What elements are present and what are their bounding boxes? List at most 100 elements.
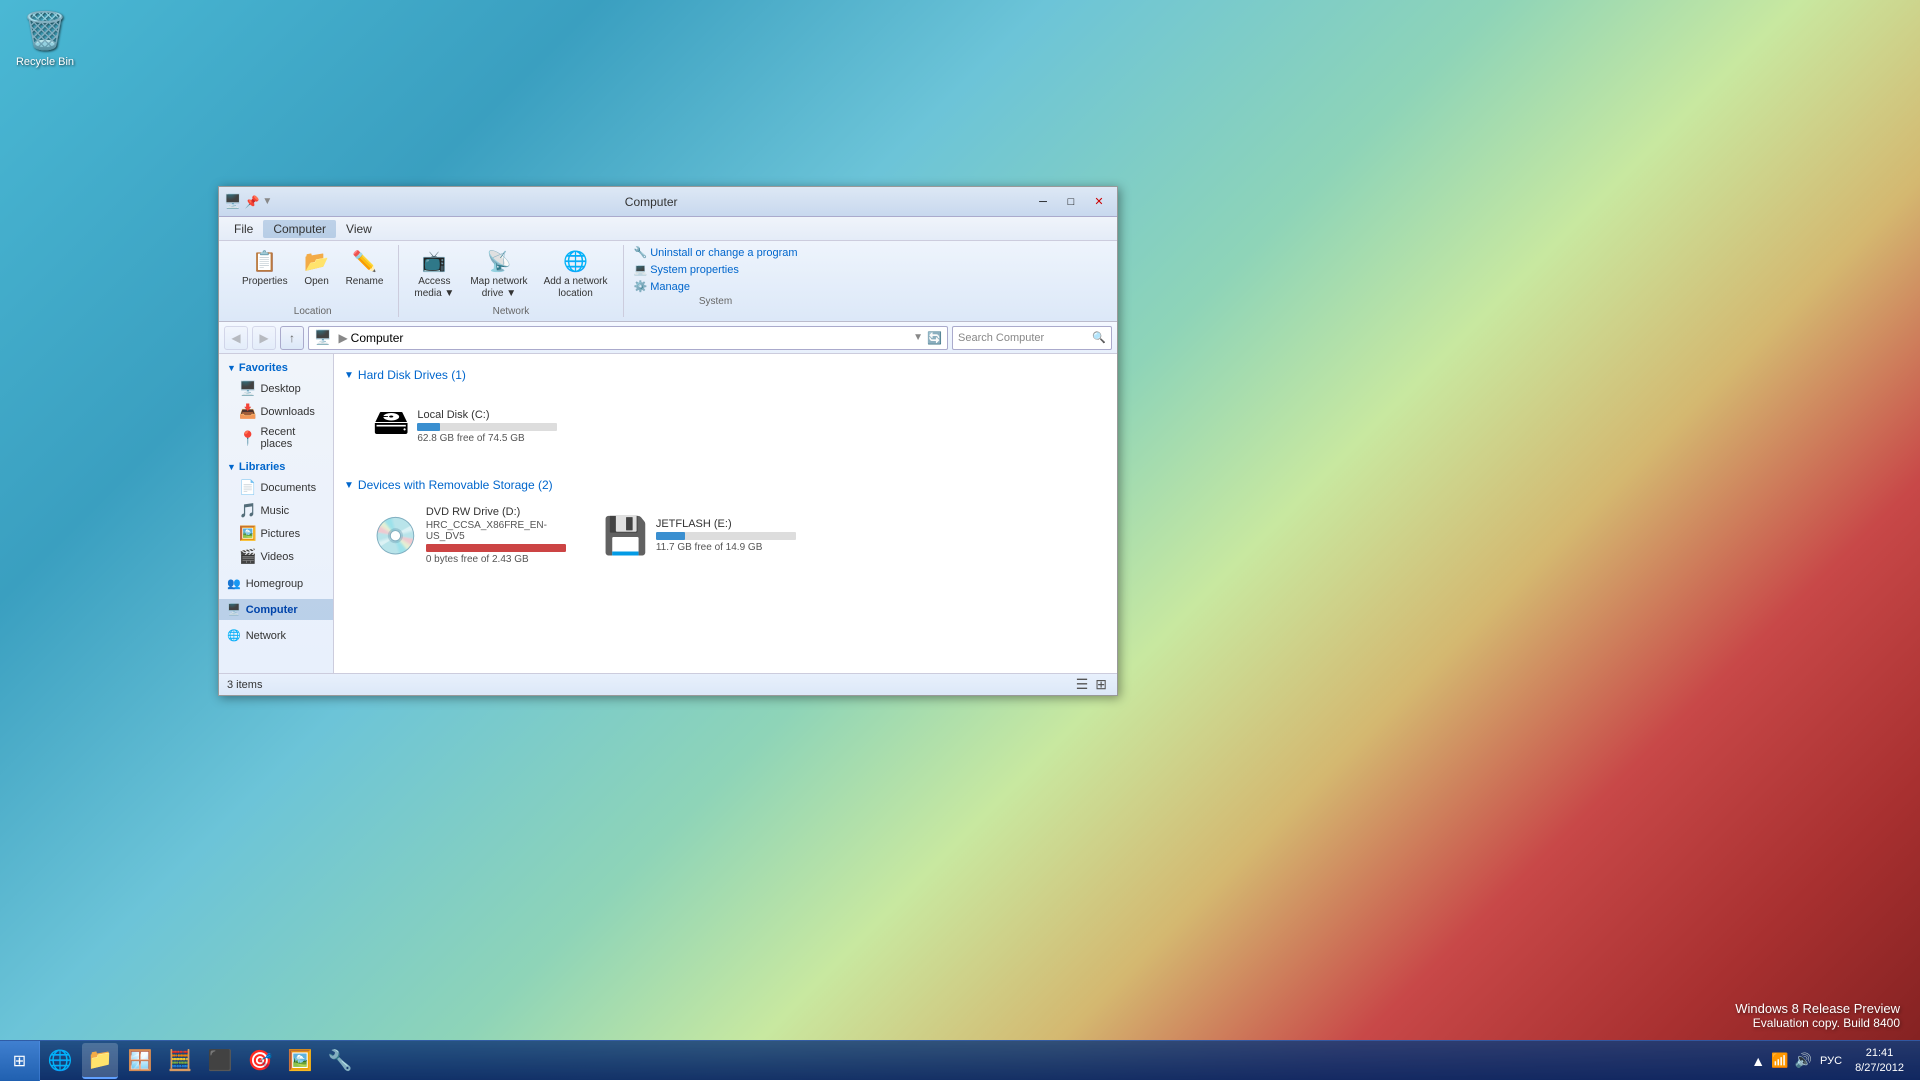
tray-lang-label[interactable]: РУС xyxy=(1815,1055,1847,1067)
sidebar-item-pictures[interactable]: 🖼️ Pictures xyxy=(219,522,333,545)
maximize-button[interactable]: □ xyxy=(1058,192,1084,212)
status-bar: 3 items ☰ ⊞ xyxy=(219,673,1117,695)
menu-view[interactable]: View xyxy=(336,220,382,238)
quick-access-icon[interactable]: 📌 xyxy=(244,195,259,209)
rename-icon: ✏️ xyxy=(352,249,377,274)
list-view-button[interactable]: ☰ xyxy=(1074,676,1091,693)
minimize-button[interactable]: ─ xyxy=(1030,192,1056,212)
search-icon[interactable]: 🔍 xyxy=(1092,331,1106,344)
drive-item-e[interactable]: 💾 JETFLASH (E:) 11.7 GB free of 14.9 GB xyxy=(594,500,814,571)
address-refresh-icon[interactable]: 🔄 xyxy=(927,331,942,345)
hdd-section-arrow[interactable]: ▼ xyxy=(344,370,354,381)
manage-icon: ⚙️ xyxy=(634,280,648,293)
window-title: Computer xyxy=(272,195,1030,209)
taskbar-app2[interactable]: 🔧 xyxy=(322,1043,358,1079)
close-button[interactable]: ✕ xyxy=(1086,192,1112,212)
sidebar-item-computer[interactable]: 🖥️ Computer xyxy=(219,599,333,620)
photo-icon: 🖼️ xyxy=(288,1048,313,1073)
menu-computer[interactable]: Computer xyxy=(263,220,336,238)
add-network-icon: 🌐 xyxy=(563,249,588,274)
taskbar-ie[interactable]: 🌐 xyxy=(42,1043,78,1079)
address-text: Computer xyxy=(351,331,404,345)
drive-e-size: 11.7 GB free of 14.9 GB xyxy=(656,542,796,553)
start-button[interactable]: ⊞ xyxy=(0,1041,40,1081)
sidebar-item-network[interactable]: 🌐 Network xyxy=(219,625,333,646)
drive-d-bar-fill xyxy=(426,544,566,552)
ribbon-access-media-button[interactable]: 📺 Accessmedia ▼ xyxy=(407,245,461,304)
menu-file[interactable]: File xyxy=(224,220,263,238)
network-icon: 🌐 xyxy=(227,629,241,642)
drive-c-bar-bg xyxy=(417,423,557,431)
computer-label: Computer xyxy=(246,604,298,616)
network-group-label: Network xyxy=(407,304,614,317)
clock[interactable]: 21:41 8/27/2012 xyxy=(1847,1046,1912,1075)
window-icon: 🖥️ xyxy=(224,193,241,210)
address-dropdown-icon[interactable]: ▼ xyxy=(913,332,923,343)
favorites-arrow: ▼ xyxy=(227,363,236,373)
forward-button[interactable]: ▶ xyxy=(252,326,276,350)
ribbon-map-network-button[interactable]: 📡 Map networkdrive ▼ xyxy=(463,245,534,304)
drive-d-size: 0 bytes free of 2.43 GB xyxy=(426,554,575,565)
ribbon-rename-button[interactable]: ✏️ Rename xyxy=(339,245,391,292)
sidebar-item-recent[interactable]: 📍 Recent places xyxy=(219,423,333,453)
sidebar-item-downloads[interactable]: 📥 Downloads xyxy=(219,400,333,423)
tray-speaker-icon[interactable]: 🔊 xyxy=(1792,1052,1815,1069)
system-group-label: System xyxy=(632,294,800,307)
grid-view-button[interactable]: ⊞ xyxy=(1093,676,1109,693)
drive-item-d[interactable]: 💿 DVD RW Drive (D:) HRC_CCSA_X86FRE_EN-U… xyxy=(364,500,584,571)
documents-icon: 📄 xyxy=(239,479,256,496)
taskbar-windows[interactable]: 🪟 xyxy=(122,1043,158,1079)
favorites-header[interactable]: ▼ Favorites xyxy=(219,359,333,377)
drive-d-icon: 💿 xyxy=(373,515,418,557)
ribbon-add-network-button[interactable]: 🌐 Add a networklocation xyxy=(537,245,615,304)
libraries-header[interactable]: ▼ Libraries xyxy=(219,458,333,476)
ie-icon: 🌐 xyxy=(48,1048,73,1073)
sidebar-item-music[interactable]: 🎵 Music xyxy=(219,499,333,522)
drive-d-bar-bg xyxy=(426,544,566,552)
sidebar-item-desktop[interactable]: 🖥️ Desktop xyxy=(219,377,333,400)
taskbar-app1[interactable]: 🎯 xyxy=(242,1043,278,1079)
drive-d-info: DVD RW Drive (D:) HRC_CCSA_X86FRE_EN-US_… xyxy=(426,506,575,565)
nav-bar: ◀ ▶ ↑ 🖥️ ▶ Computer ▼ 🔄 Search Computer … xyxy=(219,322,1117,354)
taskbar-calc[interactable]: 🧮 xyxy=(162,1043,198,1079)
ribbon-group-location: 📋 Properties 📂 Open ✏️ Rename Location xyxy=(227,245,399,317)
taskbar-cmd[interactable]: ⬛ xyxy=(202,1043,238,1079)
system-properties-button[interactable]: 💻 System properties xyxy=(632,262,800,277)
recycle-bin-label: Recycle Bin xyxy=(16,56,74,68)
system-tray: ▲ 📶 🔊 РУС 21:41 8/27/2012 xyxy=(1740,1041,1920,1080)
tray-arrow-icon[interactable]: ▲ xyxy=(1748,1053,1768,1069)
ribbon: 📋 Properties 📂 Open ✏️ Rename Location xyxy=(219,241,1117,322)
removable-section-header: ▼ Devices with Removable Storage (2) xyxy=(344,478,1107,492)
uninstall-button[interactable]: 🔧 Uninstall or change a program xyxy=(632,245,800,260)
homegroup-label: Homegroup xyxy=(246,578,303,590)
view-controls: ☰ ⊞ xyxy=(1074,676,1109,693)
system-icon: 💻 xyxy=(634,263,648,276)
hdd-section-title: Hard Disk Drives (1) xyxy=(358,368,466,382)
open-icon: 📂 xyxy=(304,249,329,274)
sidebar-item-documents[interactable]: 📄 Documents xyxy=(219,476,333,499)
removable-section-arrow[interactable]: ▼ xyxy=(344,480,354,491)
taskbar-explorer[interactable]: 📁 xyxy=(82,1043,118,1079)
back-button[interactable]: ◀ xyxy=(224,326,248,350)
recycle-bin[interactable]: 🗑️ Recycle Bin xyxy=(10,10,80,68)
taskbar-photo[interactable]: 🖼️ xyxy=(282,1043,318,1079)
sidebar-item-homegroup[interactable]: 👥 Homegroup xyxy=(219,573,333,594)
sidebar-item-videos[interactable]: 🎬 Videos xyxy=(219,545,333,568)
ribbon-open-button[interactable]: 📂 Open xyxy=(297,245,337,292)
item-count: 3 items xyxy=(227,679,262,691)
homegroup-icon: 👥 xyxy=(227,577,241,590)
drive-item-c[interactable]: 🖴 Local Disk (C:) 62.8 GB free of 74.5 G… xyxy=(364,390,584,463)
hdd-items-grid: 🖴 Local Disk (C:) 62.8 GB free of 74.5 G… xyxy=(364,390,1107,463)
location-group-label: Location xyxy=(235,304,390,317)
address-bar[interactable]: 🖥️ ▶ Computer ▼ 🔄 xyxy=(308,326,948,350)
start-area: ⊞ xyxy=(0,1041,40,1080)
ribbon-properties-button[interactable]: 📋 Properties xyxy=(235,245,295,292)
app2-icon: 🔧 xyxy=(328,1048,353,1073)
search-box[interactable]: Search Computer 🔍 xyxy=(952,326,1112,350)
drive-e-name: JETFLASH (E:) xyxy=(656,518,796,530)
manage-button[interactable]: ⚙️ Manage xyxy=(632,279,800,294)
access-media-icon: 📺 xyxy=(422,249,447,274)
sidebar-section-libraries: ▼ Libraries 📄 Documents 🎵 Music 🖼️ Pictu… xyxy=(219,458,333,568)
up-button[interactable]: ↑ xyxy=(280,326,304,350)
tray-network-icon[interactable]: 📶 xyxy=(1768,1052,1791,1069)
